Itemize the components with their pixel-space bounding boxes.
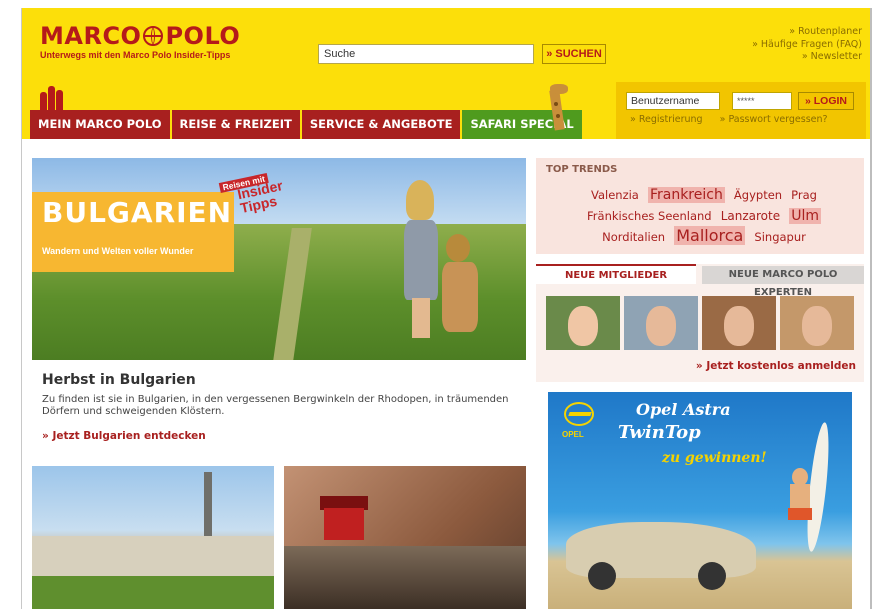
ad-title-3: zu gewinnen! — [662, 450, 767, 466]
marco-polo-logo[interactable]: MARCO POLO — [40, 22, 240, 50]
surfer-figure-image — [780, 468, 820, 528]
page-frame: MARCO POLO Unterwegs mit den Marco Polo I… — [21, 8, 872, 609]
tagline: Unterwegs mit den Marco Polo Insider-Tip… — [40, 50, 231, 60]
opel-ad-banner[interactable]: OPEL Opel Astra TwinTop zu gewinnen! — [548, 392, 852, 609]
trend-tag[interactable]: Mallorca — [674, 226, 746, 245]
member-avatar[interactable] — [702, 296, 776, 350]
link-routenplaner[interactable]: » Routenplaner — [752, 26, 862, 39]
hero-child-image — [442, 234, 478, 354]
hero-girl-image — [400, 180, 440, 340]
trend-tag[interactable]: Fränkisches Seenland — [587, 209, 712, 223]
tab-new-members[interactable]: NEUE MITGLIEDER — [536, 264, 696, 284]
logo-text-left: MARCO — [40, 22, 142, 50]
trend-tag[interactable]: Valenzia — [591, 188, 639, 202]
site-header: MARCO POLO Unterwegs mit den Marco Polo I… — [22, 8, 870, 139]
hero-subtitle: Wandern und Welten voller Wunder — [42, 246, 194, 256]
link-newsletter[interactable]: » Newsletter — [752, 51, 862, 64]
top-trends-box: TOP TRENDS Valenzia Frankreich Ägypten P… — [536, 158, 864, 254]
logo-text-right: POLO — [165, 22, 241, 50]
signup-link[interactable]: » Jetzt kostenlos anmelden — [696, 360, 856, 372]
ad-title-2: TwinTop — [618, 422, 701, 443]
nav-mein-marco-polo[interactable]: MEIN MARCO POLO — [30, 110, 170, 139]
trend-tag[interactable]: Prag — [791, 188, 817, 202]
nav-reise-freizeit[interactable]: REISE & FREIZEIT — [171, 110, 300, 139]
trend-tag[interactable]: Ulm — [789, 208, 821, 224]
tag-cloud: Valenzia Frankreich Ägypten Prag Fränkis… — [554, 184, 854, 247]
ad-brand: OPEL — [562, 430, 584, 439]
search-button[interactable]: » SUCHEN — [542, 44, 606, 64]
main-nav: MEIN MARCO POLO REISE & FREIZEIT SERVICE… — [30, 110, 584, 139]
hero-label: BULGARIEN Wandern und Welten voller Wund… — [32, 192, 234, 272]
tab-new-experts[interactable]: NEUE MARCO POLO EXPERTEN — [702, 266, 864, 298]
hero-banner[interactable]: BULGARIEN Wandern und Welten voller Wund… — [32, 158, 526, 360]
giraffe-image — [536, 82, 580, 139]
username-field[interactable] — [626, 92, 720, 110]
globe-icon — [143, 26, 164, 46]
opel-logo-icon — [564, 402, 594, 426]
member-avatar[interactable] — [780, 296, 854, 350]
car-wheel — [698, 562, 726, 590]
car-wheel — [588, 562, 616, 590]
trend-tag[interactable]: Norditalien — [602, 230, 665, 244]
trend-tag[interactable]: Singapur — [754, 230, 805, 244]
password-field[interactable] — [732, 92, 792, 110]
top-trends-heading: TOP TRENDS — [546, 164, 618, 175]
login-button[interactable]: » LOGIN — [798, 92, 854, 110]
member-avatar[interactable] — [546, 296, 620, 350]
people-icon — [40, 84, 70, 110]
member-photos — [546, 296, 858, 350]
article-title[interactable]: Herbst in Bulgarien — [42, 372, 196, 388]
article-body: Zu finden ist sie in Bulgarien, in den v… — [42, 394, 509, 417]
search-input[interactable] — [318, 44, 534, 64]
member-avatar[interactable] — [624, 296, 698, 350]
article-link[interactable]: » Jetzt Bulgarien entdecken — [42, 430, 206, 442]
nav-service-angebote[interactable]: SERVICE & ANGEBOTE — [301, 110, 461, 139]
link-faq[interactable]: » Häufige Fragen (FAQ) — [752, 39, 862, 52]
trend-tag[interactable]: Lanzarote — [721, 209, 780, 223]
trend-tag[interactable]: Frankreich — [647, 187, 725, 203]
forgot-password-link[interactable]: » Passwort vergessen? — [720, 114, 828, 125]
login-panel: » LOGIN » Registrierung » Passwort verge… — [616, 82, 866, 139]
hero-title: BULGARIEN — [42, 196, 233, 229]
top-links: » Routenplaner » Häufige Fragen (FAQ) » … — [752, 26, 862, 64]
swedish-house-thumbnail[interactable] — [284, 466, 526, 609]
login-links: » Registrierung » Passwort vergessen? — [630, 114, 842, 125]
register-link[interactable]: » Registrierung — [630, 114, 703, 125]
members-box: NEUE MITGLIEDER NEUE MARCO POLO EXPERTEN… — [536, 264, 864, 382]
ad-title-1: Opel Astra — [636, 400, 731, 419]
trend-tag[interactable]: Ägypten — [734, 188, 782, 202]
stuttgart-thumbnail[interactable] — [32, 466, 274, 609]
